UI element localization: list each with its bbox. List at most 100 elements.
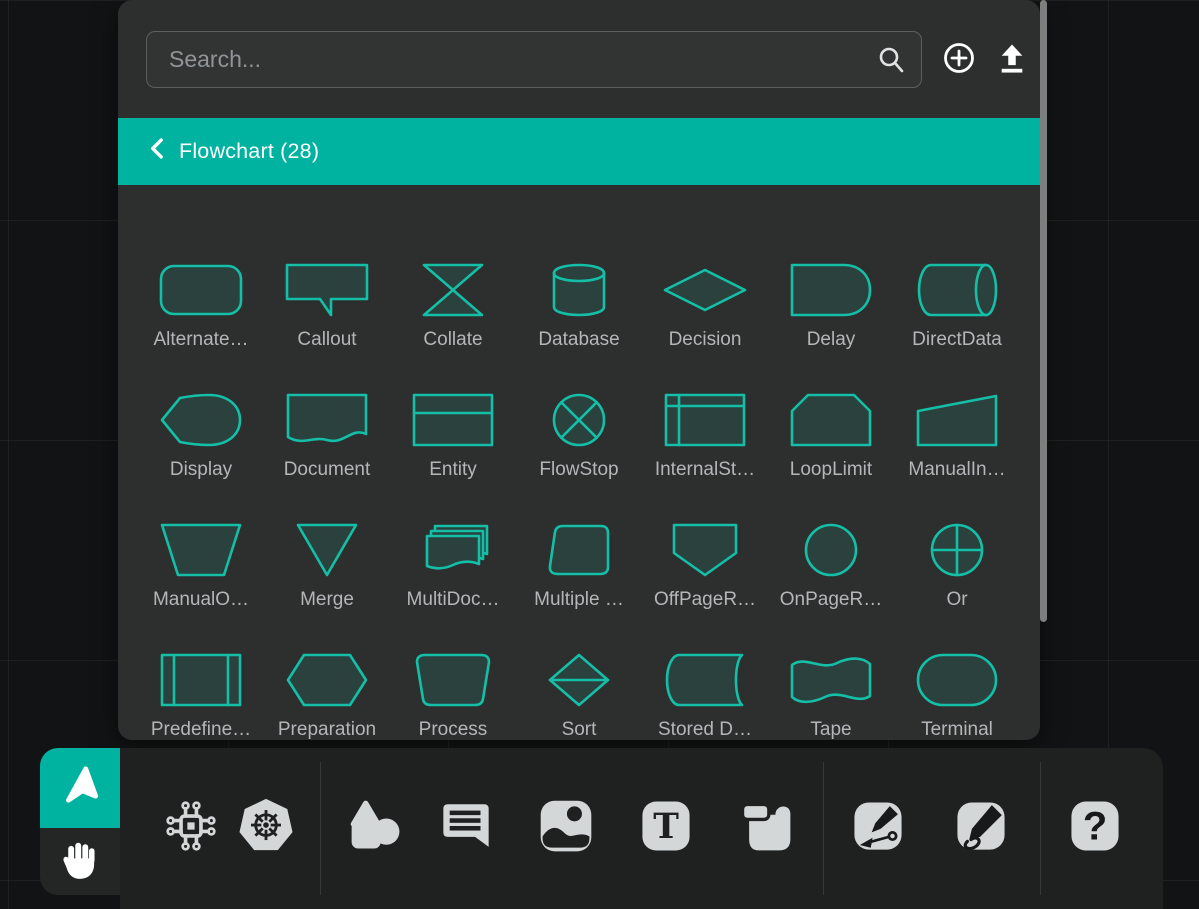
category-header[interactable]: Flowchart (28) [118, 118, 1040, 185]
search-row [118, 0, 1040, 88]
internal-storage-shape-icon [663, 392, 747, 448]
shape-label: Entity [429, 459, 477, 481]
shape-item-terminal[interactable]: Terminal [894, 615, 1020, 745]
shape-item-alternate-process[interactable]: Alternate… [138, 225, 264, 355]
shape-item-sort[interactable]: Sort [516, 615, 642, 745]
shape-label: OnPageR… [780, 589, 882, 611]
comment-icon [437, 797, 495, 858]
shape-item-loop-limit[interactable]: LoopLimit [768, 355, 894, 485]
direct-data-shape-icon [915, 262, 999, 318]
flow-stop-shape-icon [551, 392, 607, 448]
predefined-process-shape-icon [159, 652, 243, 708]
shape-label: Or [946, 589, 967, 611]
shape-label: Alternate… [153, 329, 248, 351]
shape-label: DirectData [912, 329, 1002, 351]
shape-label: Stored D… [658, 719, 752, 741]
shape-library-panel: Flowchart (28) Alternate… Callout Collate D… [118, 0, 1040, 740]
process-shape-icon [413, 652, 493, 708]
shape-item-database[interactable]: Database [516, 225, 642, 355]
connector-pen-button[interactable] [849, 798, 907, 856]
pointer-tool-group [40, 748, 120, 895]
shape-item-tape[interactable]: Tape [768, 615, 894, 745]
display-shape-icon [159, 392, 243, 448]
shape-label: Collate [423, 329, 482, 351]
image-tool-button[interactable] [537, 798, 595, 856]
shape-item-multiple-document[interactable]: Multiple … [516, 485, 642, 615]
svg-text:?: ? [1083, 804, 1107, 848]
delay-shape-icon [789, 262, 873, 318]
shape-item-display[interactable]: Display [138, 355, 264, 485]
shape-item-predefined-process[interactable]: Predefine… [138, 615, 264, 745]
shape-library-button[interactable] [347, 798, 405, 856]
shape-item-preparation[interactable]: Preparation [264, 615, 390, 745]
question-mark-icon: ? [1066, 797, 1124, 858]
shape-label: Process [419, 719, 488, 741]
merge-shape-icon [295, 522, 359, 578]
svg-text:T: T [653, 806, 679, 846]
shape-item-collate[interactable]: Collate [390, 225, 516, 355]
shape-label: LoopLimit [790, 459, 872, 481]
chevron-left-icon[interactable] [149, 137, 164, 166]
upload-button[interactable] [992, 40, 1032, 80]
shape-item-multi-document[interactable]: MultiDoc… [390, 485, 516, 615]
image-icon [536, 796, 596, 859]
manual-operation-shape-icon [159, 522, 243, 578]
database-shape-icon [551, 262, 607, 318]
shape-label: MultiDoc… [407, 589, 500, 611]
pencil-icon [952, 797, 1010, 858]
sticky-note-tool-button[interactable] [737, 798, 795, 856]
callout-shape-icon [285, 262, 369, 318]
add-circle-button[interactable] [939, 40, 979, 80]
shape-item-or[interactable]: Or [894, 485, 1020, 615]
pan-tool-button[interactable] [40, 828, 120, 895]
shape-item-delay[interactable]: Delay [768, 225, 894, 355]
shape-item-direct-data[interactable]: DirectData [894, 225, 1020, 355]
loop-limit-shape-icon [789, 392, 873, 448]
entity-shape-icon [411, 392, 495, 448]
hand-icon [58, 838, 102, 885]
search-input-field[interactable] [147, 46, 921, 73]
on-page-reference-shape-icon [803, 522, 859, 578]
shape-item-on-page-reference[interactable]: OnPageR… [768, 485, 894, 615]
panel-scrollbar-thumb[interactable] [1040, 0, 1047, 622]
help-button[interactable]: ? [1066, 798, 1124, 856]
shape-label: Preparation [278, 719, 376, 741]
shape-item-internal-storage[interactable]: InternalSt… [642, 355, 768, 485]
shape-label: Document [284, 459, 371, 481]
shape-label: Merge [300, 589, 354, 611]
shape-label: Multiple … [534, 589, 624, 611]
shape-item-process[interactable]: Process [390, 615, 516, 745]
shape-item-merge[interactable]: Merge [264, 485, 390, 615]
shape-label: Predefine… [151, 719, 251, 741]
kubernetes-library-button[interactable] [237, 798, 295, 856]
shape-item-flow-stop[interactable]: FlowStop [516, 355, 642, 485]
circuit-library-button[interactable] [162, 798, 220, 856]
multiple-document-shape-icon [546, 522, 612, 578]
alternate-process-shape-icon [159, 262, 243, 318]
shape-item-document[interactable]: Document [264, 355, 390, 485]
shape-label: ManualIn… [908, 459, 1005, 481]
shape-label: Tape [810, 719, 851, 741]
freehand-draw-button[interactable] [952, 798, 1010, 856]
shape-item-stored-data[interactable]: Stored D… [642, 615, 768, 745]
shape-grid: Alternate… Callout Collate Database Decision… [118, 185, 1040, 745]
decision-shape-icon [663, 262, 747, 318]
text-tool-button[interactable]: T [637, 798, 695, 856]
shape-item-entity[interactable]: Entity [390, 355, 516, 485]
comment-tool-button[interactable] [437, 798, 495, 856]
shape-item-manual-operation[interactable]: ManualO… [138, 485, 264, 615]
shape-item-manual-input[interactable]: ManualIn… [894, 355, 1020, 485]
shape-item-callout[interactable]: Callout [264, 225, 390, 355]
shapes-icon [346, 796, 406, 859]
select-tool-button[interactable] [40, 748, 120, 828]
search-input[interactable] [146, 31, 922, 88]
shape-label: Database [538, 329, 619, 351]
shape-label: Terminal [921, 719, 993, 741]
shape-item-decision[interactable]: Decision [642, 225, 768, 355]
pen-arrow-icon [849, 797, 907, 858]
shape-item-off-page-reference[interactable]: OffPageR… [642, 485, 768, 615]
cursor-icon [57, 764, 103, 813]
shape-label: Callout [297, 329, 356, 351]
add-circle-icon [942, 41, 976, 78]
shape-label: OffPageR… [654, 589, 756, 611]
